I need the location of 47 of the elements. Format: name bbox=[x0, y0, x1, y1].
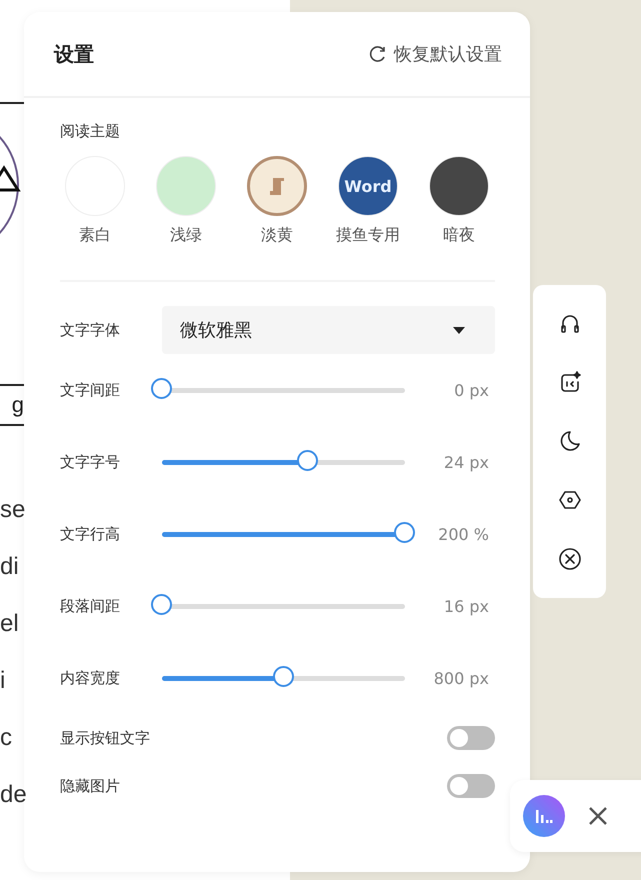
panel-title: 设置 bbox=[54, 40, 94, 68]
setting-label: 显示按钮文字 bbox=[60, 728, 150, 748]
setting-label: 文字字号 bbox=[60, 452, 121, 472]
slider-thumb[interactable] bbox=[151, 594, 172, 614]
slider-value: 16 px bbox=[442, 596, 490, 616]
theme-swatch: Word bbox=[338, 156, 398, 216]
setting-label: 文字行高 bbox=[60, 524, 121, 544]
theme-label: 淡黄 bbox=[261, 225, 293, 246]
theme-option[interactable]: Word 摸鱼专用 bbox=[338, 156, 398, 246]
text-fragment: el bbox=[0, 609, 20, 639]
theme-option[interactable]: 素白 bbox=[65, 156, 125, 246]
slider-thumb[interactable] bbox=[272, 666, 294, 686]
slider-thumb[interactable] bbox=[394, 522, 415, 542]
setting-label: 文字间距 bbox=[60, 380, 121, 400]
theme-option[interactable]: 浅绿 bbox=[156, 156, 216, 246]
theme-option[interactable]: 淡黄 bbox=[247, 156, 307, 246]
reset-button[interactable]: 恢复默认设置 bbox=[368, 42, 502, 66]
setting-label: 段落间距 bbox=[60, 596, 121, 616]
close-icon[interactable] bbox=[587, 805, 609, 827]
slider-value: 0 px bbox=[453, 380, 490, 400]
scroll-icon bbox=[267, 175, 287, 197]
toggle-switch[interactable] bbox=[447, 726, 495, 750]
theme-label: 浅绿 bbox=[170, 225, 202, 246]
theme-label: 素白 bbox=[79, 225, 111, 246]
text-fragment: de bbox=[0, 780, 27, 810]
section-title: 阅读主题 bbox=[60, 122, 121, 141]
slider-thumb[interactable] bbox=[151, 378, 172, 398]
slider-value: 200 % bbox=[437, 524, 490, 544]
refresh-icon bbox=[368, 44, 388, 64]
setting-label: 内容宽度 bbox=[60, 668, 121, 688]
text-fragment: di bbox=[0, 552, 20, 582]
toggle-switch[interactable] bbox=[447, 774, 495, 798]
text-fragment: i bbox=[0, 666, 6, 696]
setting-label: 文字字体 bbox=[60, 320, 121, 340]
caret-icon bbox=[453, 326, 465, 334]
chart-bars-icon[interactable] bbox=[523, 795, 565, 837]
text-fragment: se bbox=[0, 495, 26, 525]
slider-value: 800 px bbox=[432, 668, 490, 688]
close-icon[interactable] bbox=[556, 546, 582, 572]
text-fragment: c bbox=[0, 723, 13, 753]
font-dropdown[interactable]: 微软雅黑 bbox=[162, 306, 495, 354]
setting-label: 隐藏图片 bbox=[60, 776, 120, 796]
slider-value: 24 px bbox=[442, 452, 490, 472]
theme-label: 摸鱼专用 bbox=[336, 225, 400, 246]
slider-thumb[interactable] bbox=[296, 450, 318, 470]
theme-option[interactable]: 暗夜 bbox=[429, 156, 489, 246]
theme-label: 暗夜 bbox=[443, 225, 475, 246]
